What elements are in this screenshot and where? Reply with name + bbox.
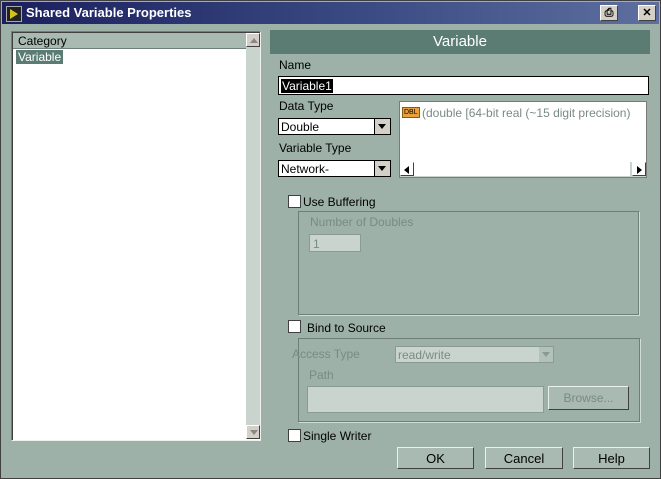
single-writer-label[interactable]: Single Writer: [303, 429, 371, 443]
scroll-down-icon[interactable]: [246, 425, 260, 439]
type-description: (double [64-bit real (~15 digit precisio…: [422, 106, 631, 120]
dbl-type-icon: DBL: [402, 107, 420, 118]
use-buffering-label[interactable]: Use Buffering: [303, 195, 376, 209]
scroll-up-icon[interactable]: [246, 33, 260, 47]
name-input[interactable]: Variable1: [278, 76, 649, 95]
scroll-right-icon[interactable]: [632, 162, 646, 176]
data-type-label: Data Type: [279, 99, 334, 113]
name-label: Name: [279, 58, 312, 72]
variable-type-label: Variable Type: [279, 141, 352, 155]
chevron-down-icon[interactable]: [374, 161, 390, 176]
path-label: Path: [309, 368, 334, 382]
access-type-value: read/write: [398, 348, 451, 362]
chevron-down-icon[interactable]: [374, 119, 390, 134]
variable-type-select[interactable]: Network-: [278, 160, 391, 177]
scroll-left-icon[interactable]: [400, 162, 414, 176]
data-type-select[interactable]: Double: [278, 118, 391, 135]
single-writer-checkbox[interactable]: [288, 429, 301, 442]
section-title: Variable: [270, 30, 650, 54]
access-type-label: Access Type: [292, 347, 360, 361]
category-header: Category: [13, 33, 246, 49]
category-item-variable[interactable]: Variable: [16, 50, 64, 64]
number-of-doubles-label: Number of Doubles: [310, 215, 414, 229]
use-buffering-checkbox[interactable]: [288, 195, 301, 208]
chevron-down-icon[interactable]: [539, 347, 553, 362]
buffering-group: Number of Doubles 1: [298, 211, 639, 315]
labview-icon: [6, 6, 22, 22]
horizontal-scroll-track[interactable]: [414, 162, 630, 176]
name-value: Variable1: [281, 79, 333, 93]
category-header-label: Category: [18, 34, 67, 48]
print-icon[interactable]: ⎙: [600, 5, 618, 21]
browse-button[interactable]: Browse...: [548, 386, 629, 410]
window-title: Shared Variable Properties: [26, 5, 192, 20]
number-of-doubles-value: 1: [313, 237, 320, 251]
category-scrollbar[interactable]: [246, 33, 260, 439]
bind-to-source-label[interactable]: Bind to Source: [307, 321, 386, 335]
bind-to-source-checkbox[interactable]: [288, 320, 301, 333]
cancel-button[interactable]: Cancel: [485, 447, 563, 469]
horizontal-scrollbar[interactable]: [400, 162, 646, 177]
help-button[interactable]: Help: [573, 447, 650, 469]
bind-group: Access Type read/write Path Browse...: [292, 338, 640, 422]
access-type-select[interactable]: read/write: [395, 346, 554, 363]
title-bar[interactable]: Shared Variable Properties ⎙ ✕: [2, 2, 659, 24]
number-of-doubles-input[interactable]: 1: [309, 234, 361, 252]
path-input[interactable]: [307, 386, 544, 413]
category-list[interactable]: Category Variable: [11, 31, 261, 441]
close-icon[interactable]: ✕: [638, 5, 656, 21]
variable-type-value: Network-: [281, 162, 330, 176]
data-type-value: Double: [281, 120, 320, 134]
type-description-box: DBL (double [64-bit real (~15 digit prec…: [399, 101, 647, 178]
dialog-window: Shared Variable Properties ⎙ ✕ Category …: [0, 0, 661, 479]
ok-button[interactable]: OK: [397, 447, 474, 469]
